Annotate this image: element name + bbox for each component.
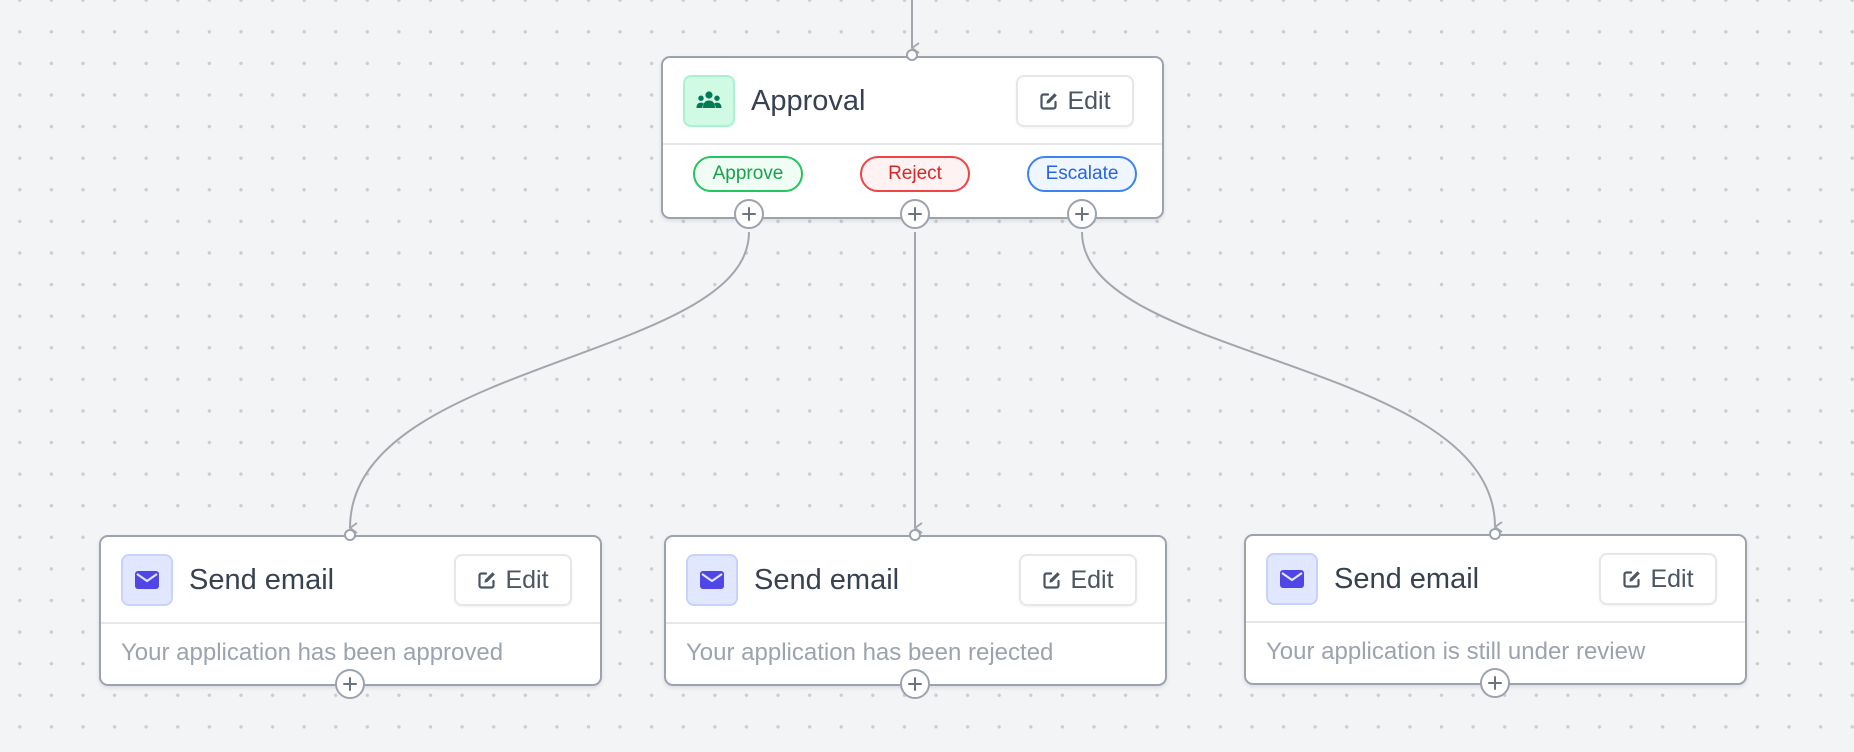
branch-escalate-label: Escalate	[1045, 163, 1119, 184]
edit-button-label: Edit	[1070, 565, 1114, 594]
workflow-canvas[interactable]: Approval Edit Approve Reject Escalate Se…	[0, 0, 1854, 752]
edit-icon	[1039, 91, 1059, 111]
approval-input-handle[interactable]	[906, 49, 918, 61]
email-input-handle[interactable]	[344, 529, 356, 541]
branch-approve-label: Approve	[712, 163, 784, 184]
plus-icon	[342, 676, 358, 692]
branch-reject-label: Reject	[888, 163, 942, 184]
escalate-add-handle[interactable]	[1067, 199, 1097, 229]
plus-icon	[907, 676, 923, 692]
branch-reject-pill[interactable]: Reject	[860, 156, 970, 192]
branch-escalate-pill[interactable]: Escalate	[1027, 156, 1137, 192]
email-input-handle[interactable]	[909, 529, 921, 541]
email-edit-button[interactable]: Edit	[454, 554, 572, 606]
email-node-title: Send email	[754, 564, 900, 596]
email-add-handle[interactable]	[900, 669, 930, 699]
branch-approve-pill[interactable]: Approve	[693, 156, 803, 192]
email-add-handle[interactable]	[335, 669, 365, 699]
email-add-handle[interactable]	[1480, 668, 1510, 698]
edit-icon	[477, 570, 497, 590]
approval-node[interactable]: Approval Edit Approve Reject Escalate	[661, 56, 1164, 219]
email-edit-button[interactable]: Edit	[1019, 554, 1137, 606]
email-node-header: Send email Edit	[1246, 536, 1745, 623]
reject-add-handle[interactable]	[900, 199, 930, 229]
edit-button-label: Edit	[505, 565, 549, 594]
email-node-header: Send email Edit	[666, 537, 1165, 624]
plus-icon	[907, 206, 923, 222]
approval-edit-button[interactable]: Edit	[1016, 75, 1134, 127]
plus-icon	[1487, 675, 1503, 691]
plus-icon	[741, 206, 757, 222]
email-node-title: Send email	[1334, 563, 1480, 595]
envelope-icon	[121, 554, 173, 606]
email-input-handle[interactable]	[1489, 528, 1501, 540]
people-group-icon	[683, 75, 735, 127]
email-node-approved[interactable]: Send email Edit Your application has bee…	[99, 535, 602, 686]
email-edit-button[interactable]: Edit	[1599, 553, 1717, 605]
email-node-title: Send email	[189, 564, 335, 596]
edge-escalate-to-email[interactable]	[1081, 231, 1503, 533]
approval-node-header: Approval Edit	[663, 58, 1162, 145]
edit-icon	[1622, 569, 1642, 589]
email-node-rejected[interactable]: Send email Edit Your application has bee…	[664, 535, 1167, 686]
email-node-review[interactable]: Send email Edit Your application is stil…	[1244, 534, 1747, 685]
envelope-icon	[686, 554, 738, 606]
edit-button-label: Edit	[1650, 564, 1694, 593]
edit-icon	[1042, 570, 1062, 590]
edge-approve-to-email[interactable]	[348, 231, 750, 534]
approve-add-handle[interactable]	[734, 199, 764, 229]
envelope-icon	[1266, 553, 1318, 605]
plus-icon	[1074, 206, 1090, 222]
approval-node-title: Approval	[751, 85, 866, 117]
edit-button-label: Edit	[1067, 86, 1111, 115]
email-node-header: Send email Edit	[101, 537, 600, 624]
